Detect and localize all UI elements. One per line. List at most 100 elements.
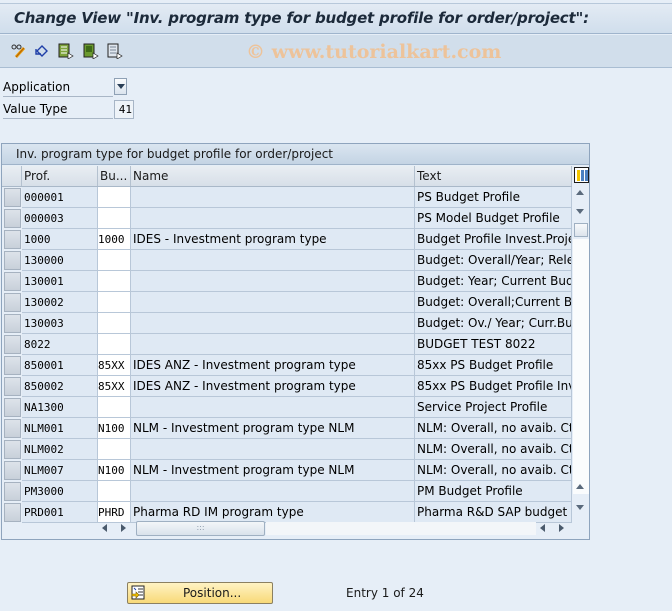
cell-bu[interactable] [98, 313, 131, 334]
row-selector[interactable] [4, 440, 21, 459]
table-row: PM3000 PM Budget Profile [2, 481, 572, 502]
row-selector[interactable] [4, 377, 21, 396]
cell-text: BUDGET TEST 8022 [415, 334, 572, 355]
cell-bu[interactable] [98, 292, 131, 313]
row-selector[interactable] [4, 482, 21, 501]
cell-bu[interactable] [98, 439, 131, 460]
select-block-icon[interactable] [83, 43, 99, 59]
table-control: Inv. program type for budget profile for… [1, 143, 590, 540]
row-selector[interactable] [4, 398, 21, 417]
deselect-all-icon[interactable] [107, 43, 123, 59]
row-selector[interactable] [4, 209, 21, 228]
scroll-up-button[interactable] [573, 185, 588, 200]
cell-prof: NLM007 [22, 460, 98, 481]
table-row: 130003 Budget: Ov./ Year; Curr.Bud [2, 313, 572, 334]
row-selector[interactable] [4, 461, 21, 480]
cell-prof: 130002 [22, 292, 98, 313]
row-selector[interactable] [4, 335, 21, 354]
application-label: Application [3, 78, 113, 97]
column-header-name[interactable]: Name [131, 166, 415, 186]
application-dropdown[interactable] [114, 78, 127, 95]
scroll-left-button[interactable] [98, 521, 112, 535]
scroll-right-button[interactable] [116, 521, 130, 535]
table-row: 000001 PS Budget Profile [2, 187, 572, 208]
undo-icon[interactable] [34, 43, 50, 59]
cell-prof: NA1300 [22, 397, 98, 418]
cell-name: NLM - Investment program type NLM [131, 418, 415, 439]
cell-bu[interactable] [98, 208, 131, 229]
cell-prof: 850002 [22, 376, 98, 397]
vertical-scroll-thumb[interactable] [574, 223, 588, 237]
scroll-down-button[interactable] [573, 204, 588, 219]
table-row: 850001 85XX IDES ANZ - Investment program … [2, 355, 572, 376]
cell-name: NLM - Investment program type NLM [131, 460, 415, 481]
cell-bu[interactable] [98, 334, 131, 355]
column-settings-icon[interactable] [574, 167, 589, 183]
table-row: 130000 Budget: Overall/Year; Releas [2, 250, 572, 271]
column-header-prof[interactable]: Prof. [22, 166, 98, 186]
table-row: 130001 Budget: Year; Current Budg [2, 271, 572, 292]
cell-bu[interactable] [98, 187, 131, 208]
display-change-icon[interactable] [11, 43, 27, 59]
table-row: PRD001 PHRD Pharma RD IM program type Pharm… [2, 502, 572, 523]
row-selector[interactable] [4, 272, 21, 291]
cell-bu[interactable] [98, 397, 131, 418]
cell-prof: 000003 [22, 208, 98, 229]
cell-bu[interactable]: PHRD [98, 502, 131, 523]
scroll-page-down-button[interactable] [573, 500, 588, 515]
vertical-scroll-track[interactable] [573, 239, 589, 494]
select-all-rows-corner[interactable] [2, 166, 22, 186]
application-toolbar: © www.tutorialkart.com [0, 35, 672, 68]
row-selector[interactable] [4, 293, 21, 312]
position-button[interactable]: Position... [127, 582, 273, 604]
cell-name [131, 397, 415, 418]
cell-bu[interactable] [98, 250, 131, 271]
cell-text: Budget: Overall/Year; Releas [415, 250, 572, 271]
horizontal-scroll-track[interactable] [266, 522, 536, 535]
cell-text: NLM: Overall, no avaib. Ctrl [415, 439, 572, 460]
column-header-bu[interactable]: Bu... [98, 166, 131, 186]
cell-name [131, 313, 415, 334]
title-bar: Change View "Inv. program type for budge… [0, 3, 672, 34]
cell-bu[interactable]: 1000 [98, 229, 131, 250]
table-row: NA1300 Service Project Profile [2, 397, 572, 418]
row-selector[interactable] [4, 230, 21, 249]
table-row: NLM007 N100 NLM - Investment program type … [2, 460, 572, 481]
table-row: NLM002 NLM: Overall, no avaib. Ctrl [2, 439, 572, 460]
scroll-left-button-2[interactable] [536, 521, 550, 535]
cell-text: NLM: Overall, no avaib. Ctrl [415, 418, 572, 439]
scroll-page-up-button[interactable] [573, 479, 588, 494]
cell-bu[interactable] [98, 481, 131, 502]
cell-prof: 000001 [22, 187, 98, 208]
row-selector[interactable] [4, 188, 21, 207]
table-row: 000003 PS Model Budget Profile [2, 208, 572, 229]
cell-bu[interactable]: N100 [98, 418, 131, 439]
cell-text: Pharma R&D SAP budget pro [415, 502, 572, 523]
cell-text: Budget: Ov./ Year; Curr.Bud [415, 313, 572, 334]
cell-name: IDES ANZ - Investment program type [131, 355, 415, 376]
cell-text: 85xx PS Budget Profile Invst [415, 376, 572, 397]
cell-text: Budget: Overall;Current Bud [415, 292, 572, 313]
position-icon [131, 585, 146, 601]
row-selector[interactable] [4, 314, 21, 333]
scroll-right-button-2[interactable] [554, 521, 568, 535]
cell-bu[interactable]: N100 [98, 460, 131, 481]
cell-text: NLM: Overall, no avaib. Ctrl [415, 460, 572, 481]
row-selector[interactable] [4, 503, 21, 522]
horizontal-scroll-thumb[interactable]: ::: [136, 521, 265, 536]
cell-text: PM Budget Profile [415, 481, 572, 502]
cell-text: Budget Profile Invest.Project [415, 229, 572, 250]
cell-prof: 130003 [22, 313, 98, 334]
row-selector[interactable] [4, 419, 21, 438]
cell-bu[interactable] [98, 271, 131, 292]
cell-bu[interactable]: 85XX [98, 376, 131, 397]
row-selector[interactable] [4, 356, 21, 375]
select-all-icon[interactable] [58, 43, 74, 59]
cell-bu[interactable]: 85XX [98, 355, 131, 376]
cell-prof: 850001 [22, 355, 98, 376]
cell-name [131, 292, 415, 313]
row-selector[interactable] [4, 251, 21, 270]
cell-name [131, 334, 415, 355]
cell-name [131, 208, 415, 229]
column-header-text[interactable]: Text [415, 166, 572, 186]
